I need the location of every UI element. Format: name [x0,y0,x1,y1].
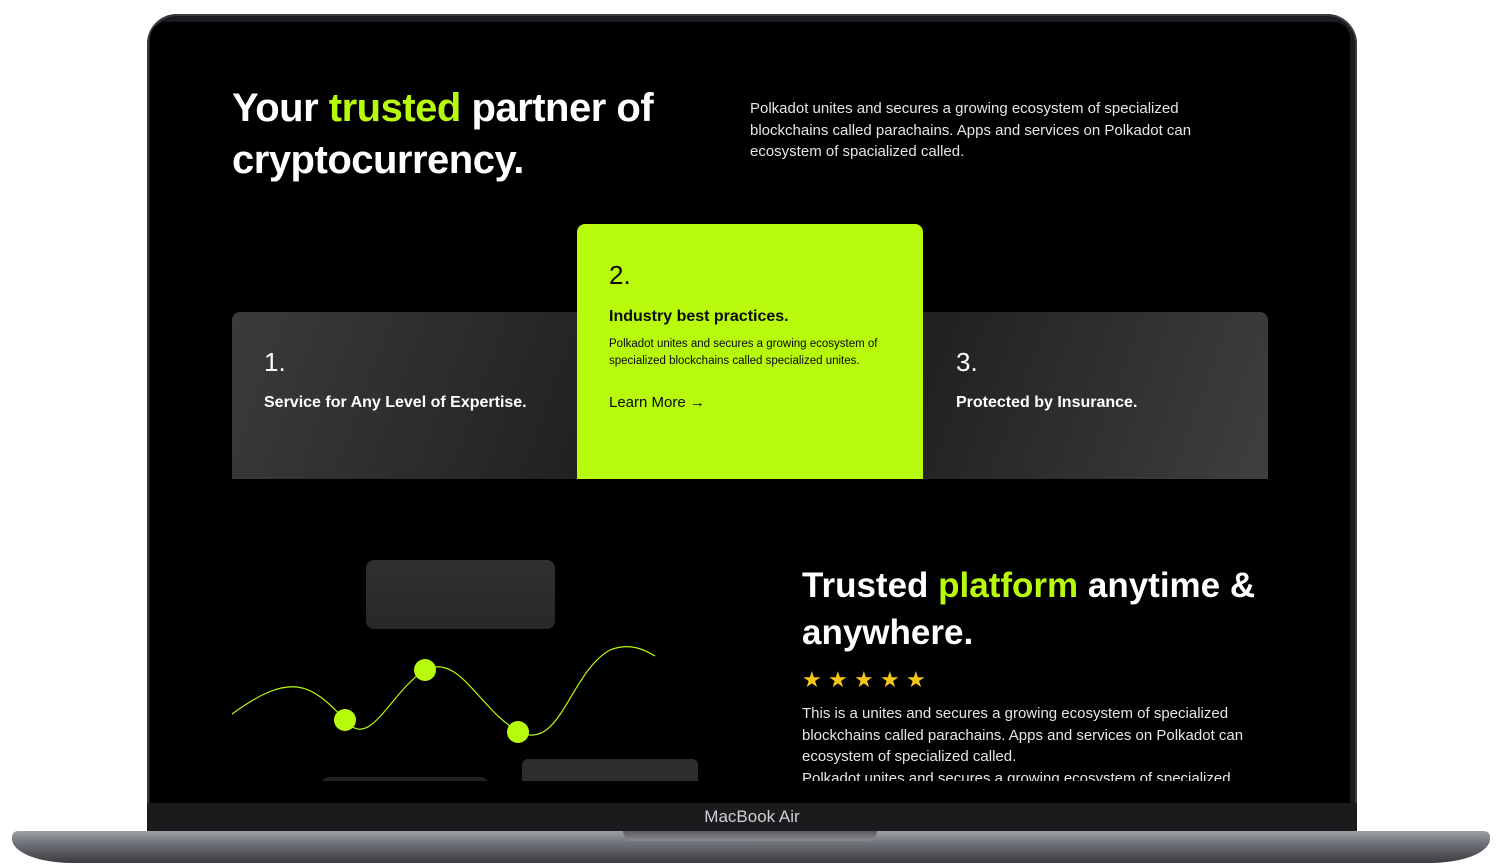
device-label: MacBook Air [704,807,800,826]
trust-description-cut: Polkadot unites and secures a growing ec… [802,770,1231,781]
illustration-panel [366,560,555,629]
card-number: 2. [609,260,631,290]
star-icon: ★ [854,667,874,692]
wave-point [507,721,529,743]
laptop-hinge-notch [623,831,877,841]
star-icon: ★ [880,667,900,692]
wave-line [231,646,656,736]
bottom-bezel [150,781,1350,803]
star-icon: ★ [802,667,822,692]
star-icon: ★ [828,667,848,692]
wave-point [334,709,356,731]
card-expertise: 1. Service for Any Level of Expertise. [264,347,564,412]
hero-title-start: Your [232,86,329,130]
trust-title-start: Trusted [802,566,939,605]
learn-more-link[interactable]: Learn More → [609,394,705,411]
card-title: Protected by Insurance. [956,394,1138,411]
card-number: 1. [264,347,286,377]
hero-title-accent: trusted [328,86,462,130]
card-title: Service for Any Level of Expertise. [264,394,527,411]
trust-title: Trusted platform anytime & anywhere. [802,562,1272,656]
rating-stars: ★ ★ ★ ★ ★ [802,669,926,691]
card-description: Polkadot unites and secures a growing ec… [609,338,878,367]
screen: Your trusted partner of cryptocurrency. … [150,22,1350,781]
card-best-practices: 2. Industry best practices. Polkadot uni… [577,224,923,479]
star-icon: ★ [906,667,926,692]
wave-illustration [231,646,656,743]
card-number: 3. [956,347,978,377]
wave-point [414,659,436,681]
card-title: Industry best practices. [609,308,789,325]
hero-title: Your trusted partner of cryptocurrency. [232,82,702,186]
card-insurance: 3. Protected by Insurance. [956,347,1256,412]
laptop-chin: MacBook Air [147,803,1357,833]
hero-description: Polkadot unites and secures a growing ec… [750,100,1192,160]
trust-title-accent: platform [938,566,1079,605]
trust-description: This is a unites and secures a growing e… [802,705,1244,765]
